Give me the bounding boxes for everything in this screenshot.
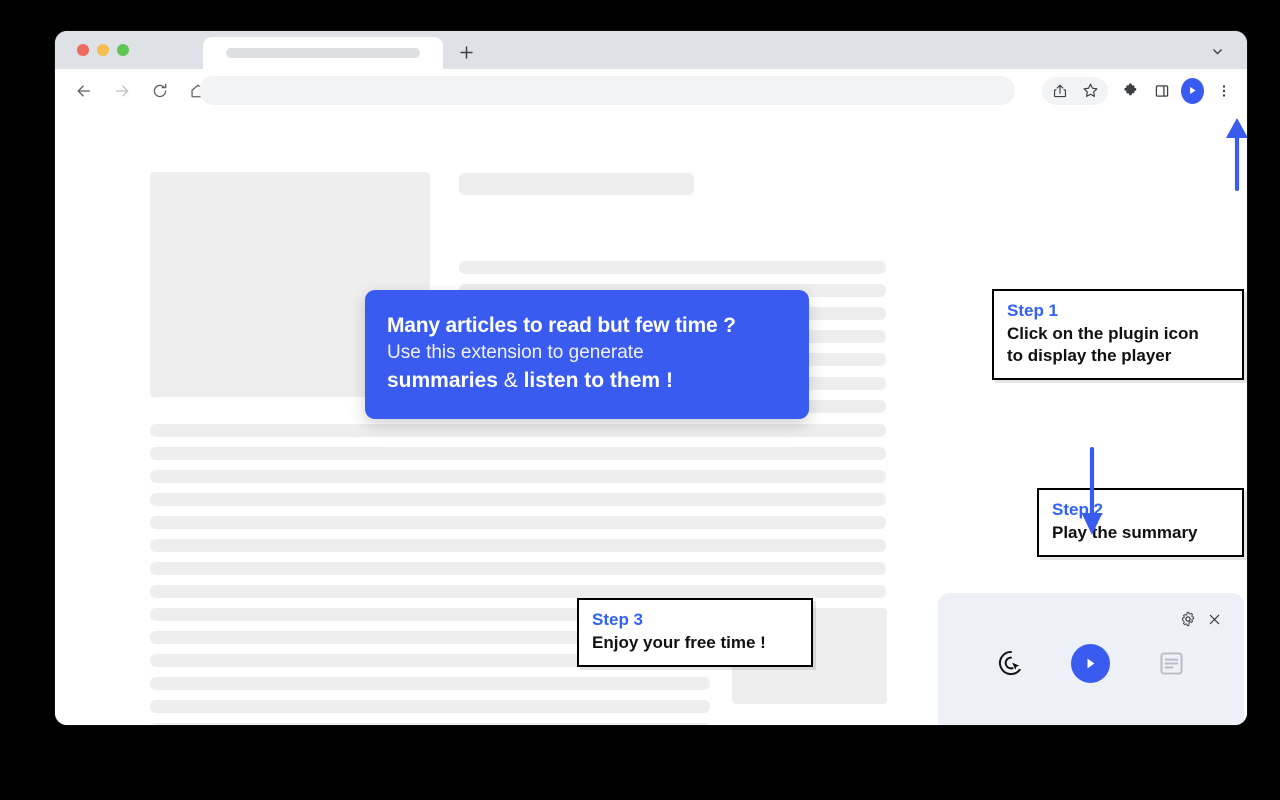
tab-strip (55, 31, 1247, 69)
bookmark-star-icon[interactable] (1075, 75, 1106, 106)
skeleton-text-line (150, 539, 886, 552)
close-icon[interactable] (1207, 612, 1222, 632)
tab-title-placeholder (226, 48, 420, 58)
player-controls (938, 633, 1244, 693)
window-maximize-button[interactable] (117, 44, 129, 56)
player-window-actions (1180, 611, 1222, 632)
promo-tagline-bold-a: summaries (387, 368, 498, 392)
share-icon[interactable] (1044, 75, 1075, 106)
skeleton-text-line (150, 677, 710, 690)
skeleton-text-line (150, 447, 886, 460)
summary-player-widget (938, 593, 1244, 725)
window-minimize-button[interactable] (97, 44, 109, 56)
skeleton-text-line (150, 723, 710, 725)
promo-callout: Many articles to read but few time ? Use… (365, 290, 809, 420)
step-1-callout: Step 1 Click on the plugin icon to displ… (992, 289, 1244, 381)
arrow-to-play-button (1081, 447, 1103, 535)
side-panel-icon[interactable] (1146, 75, 1177, 106)
select-on-page-icon[interactable] (994, 646, 1028, 680)
share-bookmark-group (1042, 75, 1108, 106)
browser-window: Many articles to read but few time ? Use… (55, 31, 1247, 725)
promo-tagline: summaries & listen to them ! (387, 367, 787, 396)
play-button[interactable] (1071, 643, 1111, 683)
address-bar[interactable] (199, 76, 1015, 105)
promo-tagline-mid: & (497, 368, 524, 392)
skeleton-text-line (459, 261, 886, 274)
forward-button[interactable] (107, 76, 137, 106)
step-3-callout: Step 3 Enjoy your free time ! (577, 598, 813, 668)
step-3-title: Step 3 (592, 610, 644, 629)
browser-toolbar (55, 69, 1247, 112)
promo-tagline-bold-b: listen to them ! (523, 368, 673, 392)
step-1-body-line-1: Click on the plugin icon (1007, 323, 1199, 343)
reload-button[interactable] (145, 76, 175, 106)
skeleton-text-line (459, 173, 694, 195)
step-3-body-line-1: Enjoy your free time ! (592, 632, 766, 652)
chevron-down-icon[interactable] (1205, 39, 1229, 63)
transcript-icon[interactable] (1154, 646, 1188, 680)
step-1-title: Step 1 (1007, 301, 1059, 320)
toolbar-actions (1042, 69, 1239, 112)
skeleton-text-line (150, 700, 710, 713)
arrow-to-plugin-icon (1226, 118, 1247, 191)
extension-play-circle (1181, 77, 1204, 104)
extensions-puzzle-icon[interactable] (1115, 75, 1146, 106)
step-1-body-line-2: to display the player (1007, 346, 1172, 366)
skeleton-text-line (150, 424, 886, 437)
more-vertical-icon[interactable] (1208, 75, 1239, 106)
gear-icon[interactable] (1180, 611, 1196, 632)
browser-tab[interactable] (203, 37, 443, 69)
skeleton-text-line (150, 493, 886, 506)
screenshot-root: Many articles to read but few time ? Use… (0, 0, 1280, 800)
skeleton-text-line (150, 516, 886, 529)
window-close-button[interactable] (77, 44, 89, 56)
step-2-callout: Step 2 Play the summary (1037, 488, 1244, 558)
extension-play-icon[interactable] (1177, 75, 1208, 106)
page-viewport: Many articles to read but few time ? Use… (55, 112, 1247, 725)
back-button[interactable] (69, 76, 99, 106)
skeleton-text-line (150, 470, 886, 483)
skeleton-text-line (150, 585, 886, 598)
promo-headline: Many articles to read but few time ? (387, 314, 736, 337)
new-tab-button[interactable] (453, 39, 479, 65)
skeleton-text-line (150, 562, 886, 575)
promo-subline: Use this extension to generate (387, 341, 644, 363)
window-traffic-lights (77, 44, 129, 56)
